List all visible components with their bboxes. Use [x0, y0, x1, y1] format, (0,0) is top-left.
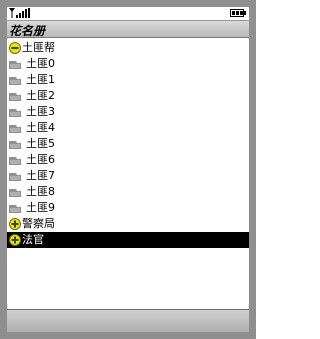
tree-group-bandits[interactable]: 土匪帮	[7, 40, 249, 56]
folder-icon	[9, 93, 21, 101]
tree-item[interactable]: 土匪5	[7, 136, 249, 152]
tree-item[interactable]: 土匪4	[7, 120, 249, 136]
tree-item-label: 土匪8	[26, 185, 55, 198]
tree-group-label: 土匪帮	[22, 41, 55, 54]
folder-icon	[9, 173, 21, 181]
tree-item-label: 土匪6	[26, 153, 55, 166]
folder-icon	[9, 61, 21, 69]
tree-item[interactable]: 土匪9	[7, 200, 249, 216]
plus-node-icon	[9, 218, 21, 230]
tree-item[interactable]: 土匪7	[7, 168, 249, 184]
folder-icon	[9, 205, 21, 213]
tree-group-judge[interactable]: 法官	[7, 232, 249, 248]
tree-item[interactable]: 土匪3	[7, 104, 249, 120]
folder-icon	[9, 125, 21, 133]
folder-icon	[9, 189, 21, 197]
tree-item-label: 土匪2	[26, 89, 55, 102]
phone-screen: 花名册 土匪帮 土匪0 土匪1 土匪2 土匪3 土匪4 土匪5 土匪6 土匪7 …	[7, 7, 249, 332]
plus-node-icon	[9, 234, 21, 246]
tree-group-police[interactable]: 警察局	[7, 216, 249, 232]
status-bar	[7, 7, 249, 19]
tree-item-label: 土匪0	[26, 57, 55, 70]
tree-item[interactable]: 土匪6	[7, 152, 249, 168]
minus-node-icon	[9, 42, 21, 54]
battery-icon	[230, 9, 246, 17]
tree-item-label: 土匪4	[26, 121, 55, 134]
tree-item[interactable]: 土匪8	[7, 184, 249, 200]
tree-item[interactable]: 土匪0	[7, 56, 249, 72]
tree-item-label: 土匪7	[26, 169, 55, 182]
tree-item-label: 土匪3	[26, 105, 55, 118]
folder-icon	[9, 109, 21, 117]
tree-item[interactable]: 土匪1	[7, 72, 249, 88]
tree-group-label: 警察局	[22, 217, 55, 230]
folder-icon	[9, 77, 21, 85]
signal-icon	[9, 8, 30, 18]
tree-item-label: 土匪5	[26, 137, 55, 150]
tree-item-label: 土匪1	[26, 73, 55, 86]
roster-tree: 土匪帮 土匪0 土匪1 土匪2 土匪3 土匪4 土匪5 土匪6 土匪7 土匪8 …	[7, 40, 249, 248]
softkey-bar	[7, 309, 249, 332]
tree-item[interactable]: 土匪2	[7, 88, 249, 104]
folder-icon	[9, 157, 21, 165]
tree-group-label: 法官	[22, 233, 44, 246]
folder-icon	[9, 141, 21, 149]
title-bar: 花名册	[7, 20, 249, 38]
page-title: 花名册	[9, 24, 46, 38]
tree-item-label: 土匪9	[26, 201, 55, 214]
